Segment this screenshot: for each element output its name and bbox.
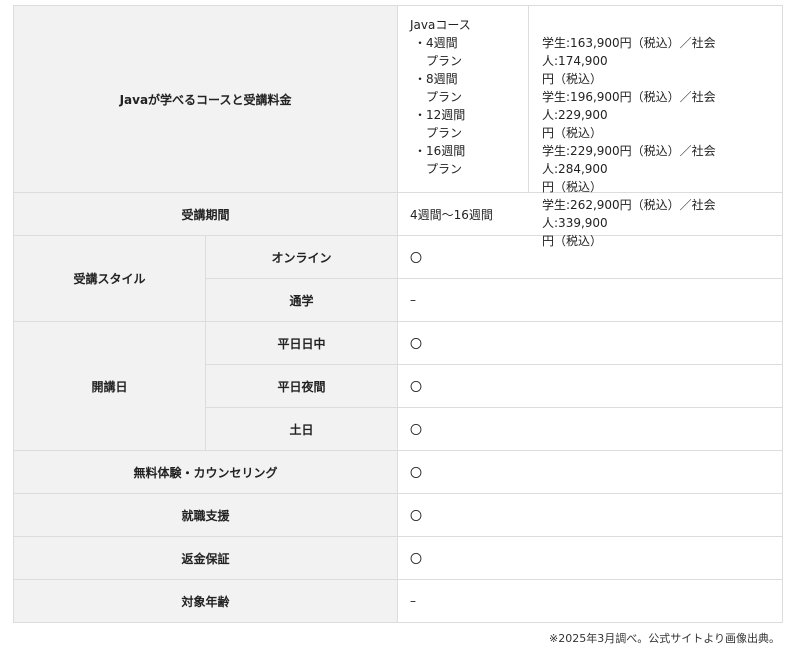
plan-item: ・4週間プラン <box>410 34 528 70</box>
course-name: Javaコース <box>410 18 471 32</box>
course-cell: Javaコース ・4週間 プラン ・8週間 プラン ・12週間 プラン ・16週間 プラ… <box>397 5 784 248</box>
plan-name: ・4週間 <box>414 36 458 50</box>
plan-list: Javaコース ・4週間 プラン ・8週間 プラン ・12週間 プラン ・16週間 プラ… <box>398 6 530 192</box>
weekday-night-label: 平日夜間 <box>204 364 399 408</box>
days-label: 開講日 <box>13 321 206 451</box>
age-value: – <box>397 579 784 623</box>
commute-label: 通学 <box>204 278 399 322</box>
table-row-trial: 無料体験・カウンセリング 〇 <box>12 450 784 494</box>
plan-price-cont: 円（税込） <box>542 234 603 248</box>
course-comparison-table: Javaが学べるコースと受講料金 Javaコース ・4週間 プラン ・8週間 プラン… <box>12 5 784 623</box>
plan-price: 学生:262,900円（税込）／社会人:339,900 <box>542 198 716 230</box>
plan-name: ・16週間 <box>414 144 466 158</box>
plan-price: 学生:229,900円（税込）／社会人:284,900 <box>542 144 716 176</box>
weekend-value: 〇 <box>397 407 784 451</box>
plan-item: ・8週間プラン <box>410 70 528 106</box>
plan-name: ・12週間 <box>414 108 466 122</box>
refund-label: 返金保証 <box>12 536 399 580</box>
plan-name: ・8週間 <box>414 72 458 86</box>
weekday-night-value: 〇 <box>397 364 784 408</box>
table-row-days-weekday: 開講日 平日日中 〇 <box>13 321 784 451</box>
plan-price: 学生:163,900円（税込）／社会人:174,900 <box>542 36 716 68</box>
table-row-age: 対象年齢 – <box>12 579 784 623</box>
refund-value: 〇 <box>397 536 784 580</box>
plan-suffix: プラン <box>426 90 463 104</box>
career-value: 〇 <box>397 493 784 537</box>
plan-suffix: プラン <box>426 162 463 176</box>
trial-value: 〇 <box>397 450 784 494</box>
age-label: 対象年齢 <box>12 579 399 623</box>
plan-suffix: プラン <box>426 126 463 140</box>
plan-price-cont: 円（税込） <box>542 126 603 140</box>
price-list: 学生:163,900円（税込）／社会人:174,900 円（税込） 学生:196… <box>529 6 782 248</box>
weekday-day-label: 平日日中 <box>204 321 399 365</box>
trial-label: 無料体験・カウンセリング <box>12 450 399 494</box>
plan-price: 学生:196,900円（税込）／社会人:229,900 <box>542 90 716 122</box>
plan-item: ・16週間プラン <box>410 142 528 178</box>
footnote: ※2025年3月調べ。公式サイトより画像出典。 <box>549 632 780 645</box>
table-row-refund: 返金保証 〇 <box>12 536 784 580</box>
course-label: Javaが学べるコースと受講料金 <box>12 5 399 193</box>
table-row-course: Javaが学べるコースと受講料金 Javaコース ・4週間 プラン ・8週間 プラン… <box>12 5 784 248</box>
plan-price-cont: 円（税込） <box>542 72 603 86</box>
period-label: 受講期間 <box>12 192 399 236</box>
plan-price-cont: 円（税込） <box>542 180 603 194</box>
style-label: 受講スタイル <box>13 235 206 322</box>
commute-value: – <box>397 278 784 322</box>
weekend-label: 土日 <box>204 407 399 451</box>
table-row-career: 就職支援 〇 <box>12 493 784 537</box>
plan-item: ・12週間プラン <box>410 106 528 142</box>
online-label: オンライン <box>204 235 399 279</box>
weekday-day-value: 〇 <box>397 321 784 365</box>
plan-suffix: プラン <box>426 54 463 68</box>
career-label: 就職支援 <box>12 493 399 537</box>
